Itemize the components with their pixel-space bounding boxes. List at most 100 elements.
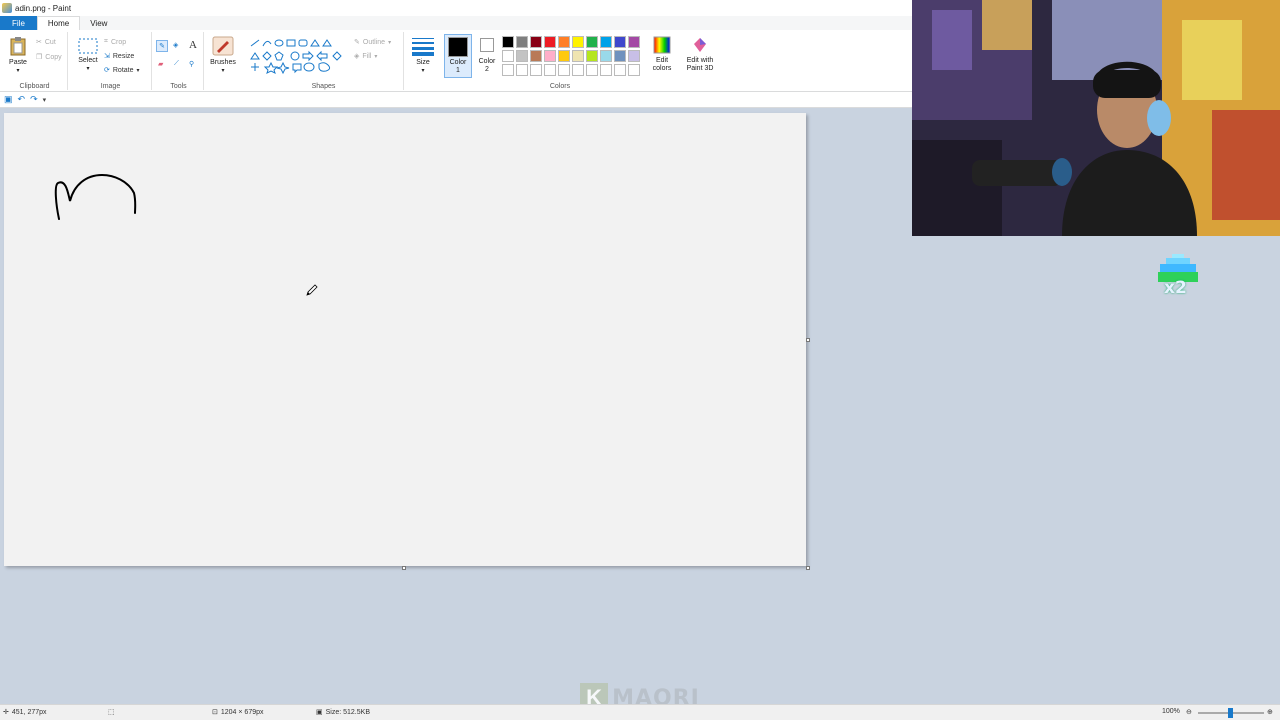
color-swatch[interactable] (530, 36, 542, 48)
color-swatch[interactable] (572, 64, 584, 76)
drawing-canvas[interactable] (4, 113, 806, 566)
color-swatch[interactable] (530, 50, 542, 62)
color-swatch[interactable] (628, 36, 640, 48)
color1-button[interactable]: Color 1 (444, 34, 472, 78)
crop-icon: ⌗ (104, 38, 108, 45)
file-size: ▣ Size: 512.5KB (316, 708, 370, 717)
stream-badge: x2 (1154, 252, 1202, 302)
resize-icon: ⇲ (104, 53, 110, 60)
paste-label: Paste (9, 59, 27, 66)
eraser-tool[interactable]: ▰ (158, 60, 163, 68)
outline-dropdown[interactable]: ✎ Outline ▾ (354, 38, 391, 47)
size-button[interactable]: Size ▾ (408, 36, 438, 75)
color-swatch[interactable] (544, 50, 556, 62)
image-dimensions: ⊡ 1204 × 679px (212, 708, 264, 717)
color-swatch[interactable] (614, 50, 626, 62)
selection-size: ⬚ (108, 708, 115, 716)
zoom-slider-thumb[interactable] (1228, 708, 1233, 718)
color-swatch[interactable] (586, 64, 598, 76)
resize-handle-right[interactable] (806, 338, 810, 342)
zoom-out-button[interactable]: ⊖ (1186, 708, 1192, 716)
color-swatch[interactable] (516, 64, 528, 76)
resize-button[interactable]: ⇲ Resize (104, 52, 135, 61)
color2-button[interactable]: Color 2 (474, 36, 500, 74)
color-swatch[interactable] (600, 50, 612, 62)
select-button[interactable]: Select ▾ (74, 38, 102, 73)
edit-with-paint3d-button[interactable]: Edit with Paint 3D (682, 36, 718, 73)
drawn-stroke-m (54, 173, 137, 220)
color-swatch[interactable] (558, 36, 570, 48)
color1-swatch (448, 37, 468, 57)
color-swatch[interactable] (502, 64, 514, 76)
tools-group-label: Tools (170, 83, 187, 90)
file-size-value: Size: 512.5KB (325, 708, 370, 716)
select-icon (78, 38, 98, 54)
tab-file[interactable]: File (0, 16, 37, 30)
fill-dropdown[interactable]: ◈ Fill ▾ (354, 52, 377, 61)
line-size-icon (412, 38, 434, 56)
eyedropper-icon: ⟋ (174, 60, 179, 67)
color-swatch[interactable] (614, 36, 626, 48)
color-swatch[interactable] (530, 64, 542, 76)
edit-colors-line2: colors (652, 65, 672, 72)
paint3d-line2: Paint 3D (686, 65, 714, 72)
cursor-position-value: 451, 277px (11, 708, 47, 716)
crop-button[interactable]: ⌗ Crop (104, 38, 126, 46)
zoom-slider[interactable] (1198, 708, 1264, 718)
cut-button[interactable]: ✂ Cut (36, 38, 56, 47)
color-swatch[interactable] (544, 36, 556, 48)
brush-icon (212, 36, 234, 56)
text-tool[interactable]: A (189, 39, 197, 51)
tab-home[interactable]: Home (36, 16, 81, 30)
color-swatch[interactable] (614, 64, 626, 76)
shapes-gallery-icons (250, 39, 342, 75)
color-swatch[interactable] (516, 36, 528, 48)
undo-icon[interactable]: ↶ (18, 94, 26, 105)
shapes-gallery[interactable] (248, 37, 346, 75)
crop-label: Crop (110, 38, 127, 46)
color-swatch[interactable] (586, 50, 598, 62)
cursor-position-icon: ✛ (3, 709, 9, 716)
image-group-label: Image (100, 83, 121, 90)
paste-icon (10, 37, 26, 56)
color-swatch[interactable] (544, 64, 556, 76)
resize-label: Resize (112, 52, 135, 60)
color-swatch[interactable] (600, 64, 612, 76)
redo-icon[interactable]: ↷ (30, 94, 38, 105)
color-swatch[interactable] (558, 50, 570, 62)
save-icon[interactable]: ▣ (4, 94, 13, 105)
color-swatch[interactable] (628, 50, 640, 62)
color-swatch[interactable] (502, 50, 514, 62)
color-swatch[interactable] (516, 50, 528, 62)
magnifier-tool[interactable]: ⚲ (189, 60, 194, 68)
paint-app-icon (2, 3, 12, 13)
edit-colors-button[interactable]: Edit colors (647, 36, 677, 73)
pencil-cursor-icon (306, 284, 318, 296)
resize-handle-corner[interactable] (806, 566, 810, 570)
size-label: Size (416, 59, 430, 66)
pencil-tool[interactable]: ✎ (156, 40, 168, 52)
multiplier-text: x2 (1164, 278, 1187, 298)
edit-colors-line1: Edit (655, 57, 669, 64)
copy-button[interactable]: ❐ Copy (36, 53, 62, 62)
color-swatch[interactable] (502, 36, 514, 48)
fill-tool[interactable]: ◈ (173, 41, 178, 49)
fill-label: Fill (362, 52, 372, 60)
color-swatch[interactable] (600, 36, 612, 48)
color-swatch[interactable] (628, 64, 640, 76)
color-swatch[interactable] (572, 50, 584, 62)
tab-view[interactable]: View (80, 16, 117, 30)
paste-button[interactable]: Paste ▾ (4, 36, 32, 75)
zoom-in-button[interactable]: ⊕ (1267, 708, 1273, 716)
brushes-button[interactable]: Brushes ▾ (206, 36, 240, 75)
rotate-label: Rotate (112, 66, 134, 74)
customize-toolbar-icon[interactable]: ▾ (43, 96, 47, 104)
color-swatch[interactable] (558, 64, 570, 76)
resize-handle-bottom[interactable] (402, 566, 406, 570)
rotate-button[interactable]: ⟳ Rotate ▾ (104, 66, 140, 75)
color-picker-tool[interactable]: ⟋ (174, 60, 179, 68)
outline-icon: ✎ (354, 39, 360, 46)
cursor-position: ✛ 451, 277px (3, 708, 47, 717)
color-swatch[interactable] (586, 36, 598, 48)
color-swatch[interactable] (572, 36, 584, 48)
